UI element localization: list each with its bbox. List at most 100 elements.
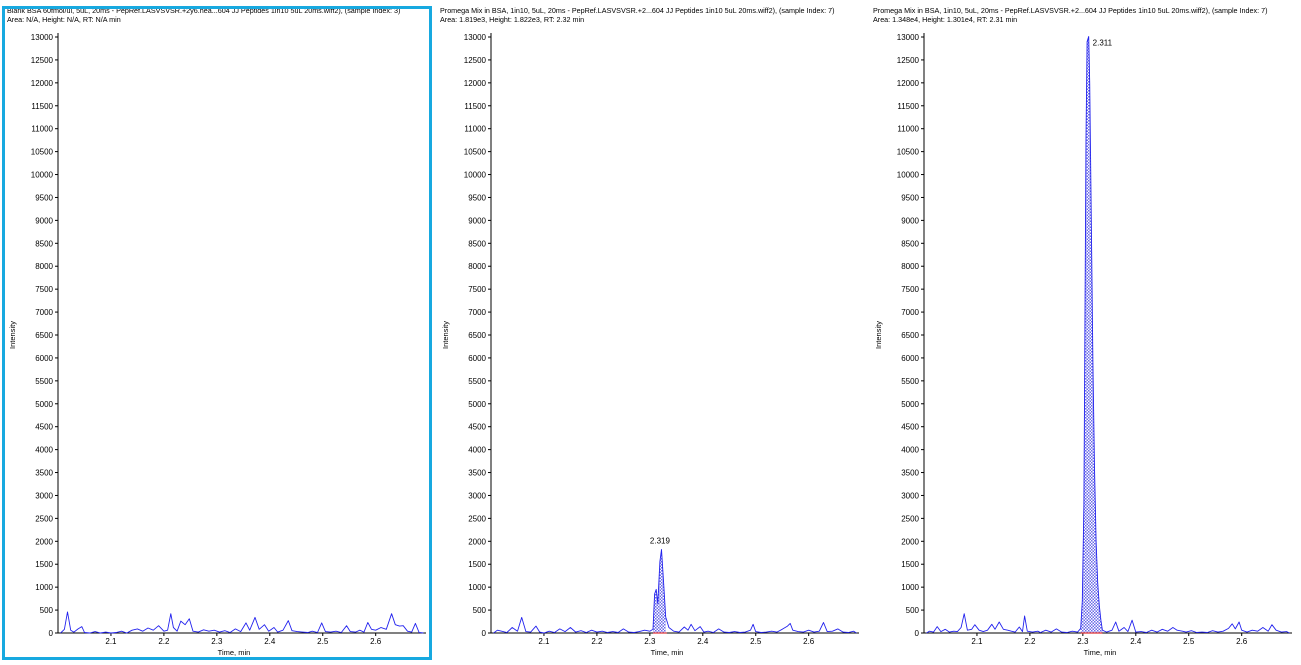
y-tick-label: 8500 xyxy=(35,239,53,248)
y-tick-label: 8000 xyxy=(35,262,53,271)
y-tick-label: 0 xyxy=(482,629,487,638)
y-tick-label: 5000 xyxy=(901,400,919,409)
y-tick-label: 2500 xyxy=(468,514,486,523)
y-tick-label: 12500 xyxy=(897,56,920,65)
x-tick-label: 2.2 xyxy=(1024,637,1036,646)
y-tick-label: 12000 xyxy=(31,79,54,88)
peak-apex-label: 2.319 xyxy=(650,536,671,545)
y-tick-label: 7500 xyxy=(35,285,53,294)
y-tick-label: 10000 xyxy=(897,171,920,180)
x-tick-label: 2.6 xyxy=(370,637,382,646)
y-axis-title: Intensity xyxy=(8,321,17,349)
y-tick-label: 13000 xyxy=(31,33,54,42)
y-tick-label: 4500 xyxy=(35,423,53,432)
x-tick-label: 2.4 xyxy=(1130,637,1142,646)
y-tick-label: 9500 xyxy=(901,193,919,202)
y-tick-label: 6000 xyxy=(468,354,486,363)
y-tick-label: 1000 xyxy=(901,583,919,592)
y-tick-label: 1500 xyxy=(901,560,919,569)
x-tick-label: 2.1 xyxy=(971,637,983,646)
y-tick-label: 11500 xyxy=(464,102,486,111)
x-tick-label: 2.5 xyxy=(750,637,762,646)
y-tick-label: 9500 xyxy=(468,193,486,202)
y-tick-label: 7000 xyxy=(468,308,486,317)
y-tick-label: 2500 xyxy=(901,514,919,523)
y-tick-label: 0 xyxy=(49,629,54,638)
integrated-peak-area xyxy=(1080,36,1103,633)
y-tick-label: 2000 xyxy=(35,537,53,546)
y-tick-label: 3000 xyxy=(35,491,53,500)
y-tick-label: 7500 xyxy=(901,285,919,294)
x-tick-label: 2.3 xyxy=(211,637,223,646)
y-tick-label: 8000 xyxy=(901,262,919,271)
x-tick-label: 2.2 xyxy=(158,637,170,646)
y-tick-label: 4500 xyxy=(468,423,486,432)
y-tick-label: 9000 xyxy=(901,216,919,225)
chromatogram-pane-blank[interactable]: Blank BSA 60fmol/ul, 5uL, 20ms - PepRef.… xyxy=(0,0,433,665)
x-tick-label: 2.6 xyxy=(1236,637,1248,646)
y-tick-label: 7000 xyxy=(901,308,919,317)
x-tick-label: 2.5 xyxy=(1183,637,1195,646)
y-tick-label: 5500 xyxy=(35,377,53,386)
y-tick-label: 1500 xyxy=(468,560,486,569)
y-tick-label: 2000 xyxy=(468,537,486,546)
y-tick-label: 7000 xyxy=(35,308,53,317)
y-tick-label: 5000 xyxy=(35,400,53,409)
y-tick-label: 1500 xyxy=(35,560,53,569)
y-tick-label: 3000 xyxy=(901,491,919,500)
x-tick-label: 2.4 xyxy=(264,637,276,646)
y-tick-label: 8000 xyxy=(468,262,486,271)
y-tick-label: 2000 xyxy=(901,537,919,546)
x-tick-label: 2.6 xyxy=(803,637,815,646)
y-tick-label: 7500 xyxy=(468,285,486,294)
y-tick-label: 10000 xyxy=(31,171,54,180)
y-tick-label: 9000 xyxy=(468,216,486,225)
x-tick-label: 2.1 xyxy=(105,637,117,646)
y-tick-label: 6500 xyxy=(468,331,486,340)
chromatogram-pane-promega-large-peak[interactable]: Promega Mix in BSA, 1in10, 5uL, 20ms - P… xyxy=(866,0,1301,665)
y-tick-label: 4000 xyxy=(468,446,486,455)
y-tick-label: 500 xyxy=(40,606,54,615)
y-tick-label: 1000 xyxy=(35,583,53,592)
y-tick-label: 10500 xyxy=(464,148,487,157)
y-tick-label: 500 xyxy=(906,606,920,615)
y-tick-label: 2500 xyxy=(35,514,53,523)
chromatogram-plot[interactable]: 0 500 1000 1500 2000 2500 3000 3500 4000 4500 5000… xyxy=(433,0,866,665)
y-axis-title: Intensity xyxy=(441,321,450,349)
x-axis-title: Time, min xyxy=(651,648,684,657)
y-tick-label: 13000 xyxy=(464,33,487,42)
chromatogram-trace xyxy=(493,549,857,634)
y-tick-label: 3000 xyxy=(468,491,486,500)
y-tick-label: 12000 xyxy=(897,79,920,88)
y-tick-label: 8500 xyxy=(901,239,919,248)
y-tick-label: 12500 xyxy=(31,56,54,65)
y-tick-label: 11500 xyxy=(897,102,919,111)
y-tick-label: 9000 xyxy=(35,216,53,225)
y-tick-label: 11000 xyxy=(31,125,53,134)
y-tick-label: 11000 xyxy=(464,125,486,134)
chromatogram-pane-promega-small-peak[interactable]: Promega Mix in BSA, 1in10, 5uL, 20ms - P… xyxy=(433,0,866,665)
chromatogram-plot[interactable]: 0 500 1000 1500 2000 2500 3000 3500 4000 4500 5000… xyxy=(866,0,1301,665)
y-tick-label: 6000 xyxy=(35,354,53,363)
y-tick-label: 12000 xyxy=(464,79,487,88)
x-axis-title: Time, min xyxy=(218,648,251,657)
y-tick-label: 4500 xyxy=(901,423,919,432)
chromatogram-plot[interactable]: 0 500 1000 1500 2000 2500 3000 3500 4000 4500 5000… xyxy=(0,0,433,665)
x-tick-label: 2.3 xyxy=(1077,637,1089,646)
y-tick-label: 12500 xyxy=(464,56,487,65)
y-tick-label: 6500 xyxy=(35,331,53,340)
x-tick-label: 2.2 xyxy=(591,637,603,646)
y-tick-label: 9500 xyxy=(35,193,53,202)
y-tick-label: 11500 xyxy=(31,102,53,111)
y-tick-label: 1000 xyxy=(468,583,486,592)
y-tick-label: 6500 xyxy=(901,331,919,340)
y-tick-label: 10000 xyxy=(464,171,487,180)
x-tick-label: 2.5 xyxy=(317,637,329,646)
y-tick-label: 5500 xyxy=(901,377,919,386)
y-tick-label: 6000 xyxy=(901,354,919,363)
x-tick-label: 2.4 xyxy=(697,637,709,646)
y-tick-label: 3500 xyxy=(468,469,486,478)
y-tick-label: 3500 xyxy=(901,469,919,478)
y-tick-label: 10500 xyxy=(897,148,920,157)
y-tick-label: 5500 xyxy=(468,377,486,386)
